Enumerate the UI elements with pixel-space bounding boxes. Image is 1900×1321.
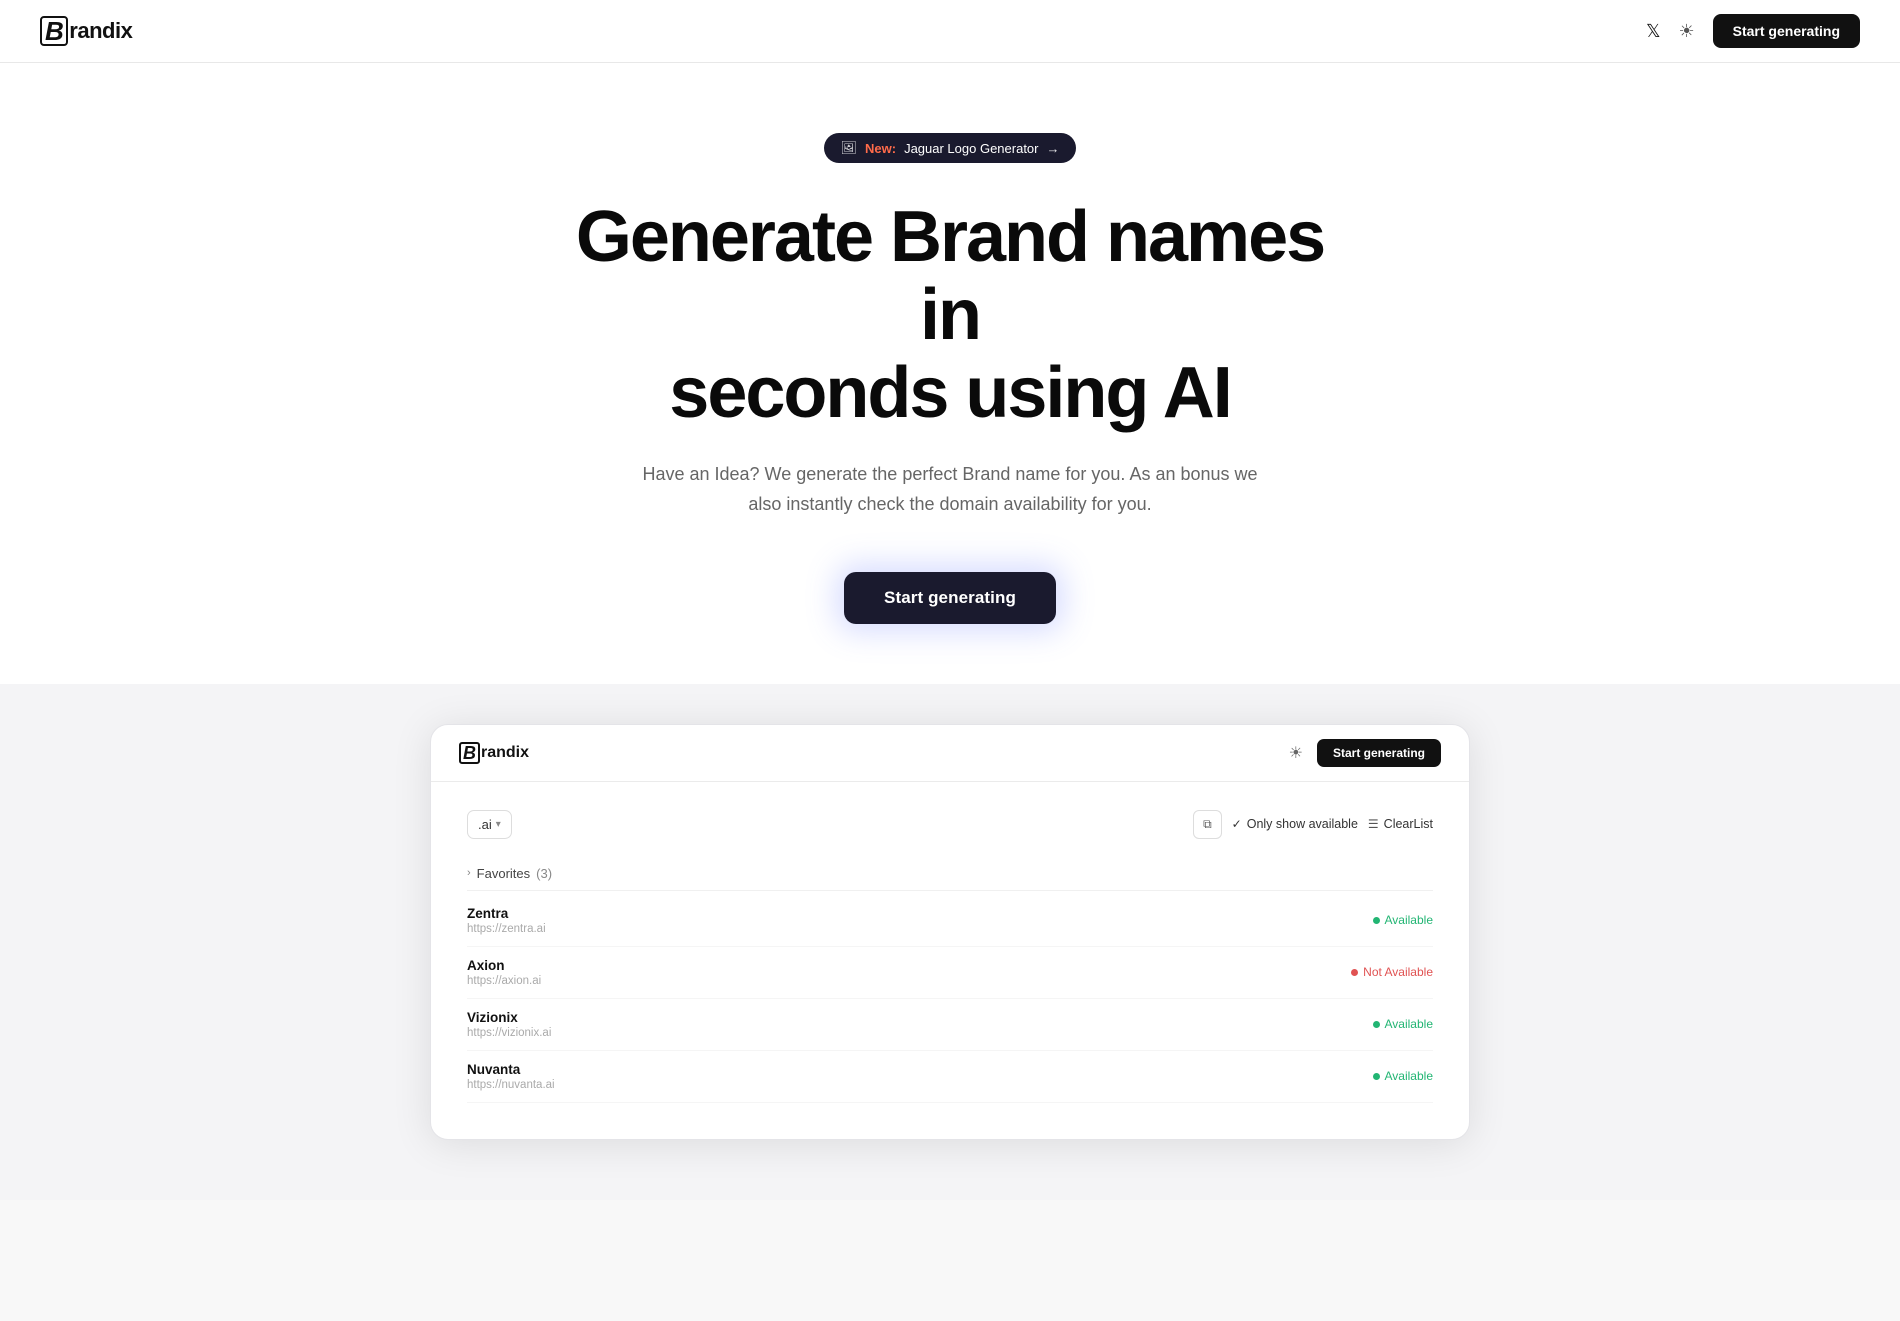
nav-right: 𝕏 ☀ Start generating: [1646, 14, 1860, 48]
badge-icon: 🖼: [840, 140, 857, 156]
brand-row[interactable]: Nuvanta https://nuvanta.ai Available: [467, 1051, 1433, 1103]
brand-list: Zentra https://zentra.ai Available Axion htt…: [467, 895, 1433, 1103]
brand-status: Not Available: [1351, 965, 1433, 979]
extension-select[interactable]: .ai ▾: [467, 810, 512, 839]
brand-info: Zentra https://zentra.ai: [467, 906, 546, 935]
demo-start-generating-button[interactable]: Start generating: [1317, 739, 1441, 767]
favorites-count: (3): [536, 866, 552, 881]
unavailable-dot-icon: [1351, 969, 1358, 976]
brand-row[interactable]: Zentra https://zentra.ai Available: [467, 895, 1433, 947]
available-dot-icon: [1373, 917, 1380, 924]
logo-text: randix: [69, 18, 132, 44]
clearlist-label: ClearList: [1384, 817, 1433, 831]
nav-start-generating-button[interactable]: Start generating: [1713, 14, 1860, 48]
brand-name: Zentra: [467, 906, 546, 921]
hero-subtitle: Have an Idea? We generate the perfect Br…: [640, 460, 1260, 519]
demo-logo[interactable]: Brandix: [459, 742, 529, 764]
badge-arrow-icon: →: [1047, 141, 1060, 156]
show-available-toggle[interactable]: ✓ Only show available: [1232, 817, 1358, 831]
brand-name: Nuvanta: [467, 1062, 555, 1077]
logo[interactable]: Brandix: [40, 16, 132, 46]
hero-section: 🖼 New: Jaguar Logo Generator → Generate …: [0, 63, 1900, 684]
hero-title: Generate Brand names in seconds using AI: [540, 199, 1360, 432]
status-text: Available: [1385, 913, 1433, 927]
logo-b-icon: B: [40, 16, 68, 46]
brand-name: Vizionix: [467, 1010, 551, 1025]
available-dot-icon: [1373, 1021, 1380, 1028]
status-text: Not Available: [1363, 965, 1433, 979]
demo-nav-right: ☀ Start generating: [1289, 739, 1441, 767]
brand-url: https://axion.ai: [467, 975, 541, 987]
brand-url: https://vizionix.ai: [467, 1027, 551, 1039]
available-dot-icon: [1373, 1073, 1380, 1080]
brand-status: Available: [1373, 1017, 1433, 1031]
list-icon: ☰: [1368, 817, 1379, 831]
brand-name: Axion: [467, 958, 541, 973]
badge-new-label: New:: [865, 141, 896, 156]
status-text: Available: [1385, 1017, 1433, 1031]
brand-status: Available: [1373, 1069, 1433, 1083]
status-text: Available: [1385, 1069, 1433, 1083]
demo-card: Brandix ☀ Start generating .ai ▾ ⧉ ✓ Onl…: [430, 724, 1470, 1140]
chevron-down-icon: ▾: [496, 819, 501, 830]
brand-info: Nuvanta https://nuvanta.ai: [467, 1062, 555, 1091]
demo-logo-b-icon: B: [459, 742, 480, 764]
favorites-section[interactable]: › Favorites (3): [467, 857, 1433, 891]
extension-value: .ai: [478, 817, 492, 832]
brand-row[interactable]: Axion https://axion.ai Not Available: [467, 947, 1433, 999]
announcement-badge[interactable]: 🖼 New: Jaguar Logo Generator →: [824, 133, 1075, 163]
favorites-chevron-icon: ›: [467, 867, 471, 879]
demo-navbar: Brandix ☀ Start generating: [431, 725, 1469, 782]
twitter-icon[interactable]: 𝕏: [1646, 21, 1661, 42]
brand-row[interactable]: Vizionix https://vizionix.ai Available: [467, 999, 1433, 1051]
demo-theme-icon[interactable]: ☀: [1289, 743, 1303, 763]
brand-url: https://zentra.ai: [467, 923, 546, 935]
brand-url: https://nuvanta.ai: [467, 1079, 555, 1091]
theme-toggle-icon[interactable]: ☀: [1679, 21, 1695, 42]
brand-info: Vizionix https://vizionix.ai: [467, 1010, 551, 1039]
demo-logo-text: randix: [481, 744, 529, 762]
show-available-label: Only show available: [1247, 817, 1358, 831]
navbar: Brandix 𝕏 ☀ Start generating: [0, 0, 1900, 63]
copy-icon[interactable]: ⧉: [1193, 810, 1222, 839]
favorites-label: Favorites: [477, 866, 530, 881]
demo-toolbar: .ai ▾ ⧉ ✓ Only show available ☰ ClearLis…: [467, 810, 1433, 839]
brand-info: Axion https://axion.ai: [467, 958, 541, 987]
badge-link-text: Jaguar Logo Generator: [904, 141, 1038, 156]
brand-status: Available: [1373, 913, 1433, 927]
demo-section: Brandix ☀ Start generating .ai ▾ ⧉ ✓ Onl…: [0, 684, 1900, 1200]
clearlist-button[interactable]: ☰ ClearList: [1368, 817, 1433, 831]
demo-content: .ai ▾ ⧉ ✓ Only show available ☰ ClearLis…: [431, 782, 1469, 1139]
checkmark-icon: ✓: [1232, 817, 1242, 831]
hero-cta-button[interactable]: Start generating: [844, 572, 1056, 624]
